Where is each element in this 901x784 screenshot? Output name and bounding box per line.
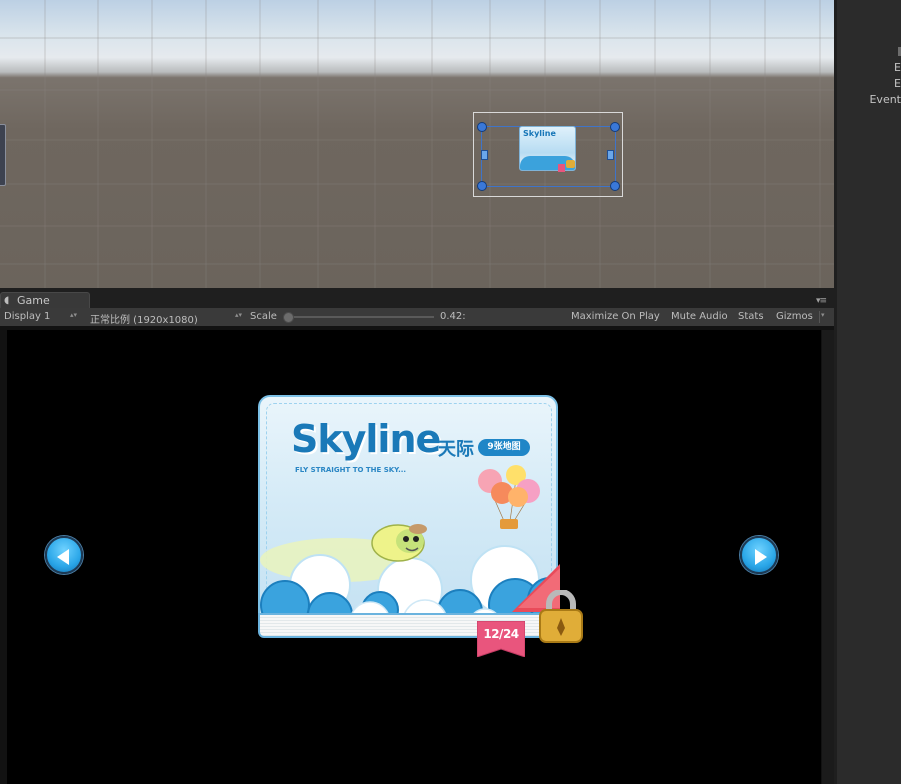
balloons-icon (478, 465, 540, 529)
rect-handle-top-right[interactable] (610, 122, 620, 132)
gizmos-toggle[interactable]: Gizmos (776, 311, 813, 322)
thumbnail-ribbon (558, 164, 565, 172)
map-count-badge: 9张地图 (478, 439, 530, 456)
thumbnail-title: Skyline (523, 129, 556, 138)
aspect-dropdown-arrow-icon: ▴▾ (235, 311, 243, 319)
rect-handle-left[interactable] (481, 150, 488, 160)
arrow-left-icon (57, 549, 69, 565)
previous-level-button[interactable] (45, 536, 83, 574)
aspect-dropdown[interactable]: 正常比例 (1920x1080) (90, 311, 198, 326)
card-subtitle: FLY STRAIGHT TO THE SKY... (295, 466, 407, 474)
scale-slider-track[interactable] (288, 316, 434, 318)
hierarchy-item-eventsystem[interactable]: Event (869, 93, 901, 106)
scale-value: 0.42: (440, 311, 466, 322)
card-title-cn: 天际 (438, 439, 474, 460)
rect-handle-top-left[interactable] (477, 122, 487, 132)
arrow-right-icon (755, 549, 767, 565)
tab-game[interactable]: ◖ Game (0, 292, 90, 308)
stats-toggle[interactable]: Stats (738, 311, 764, 322)
toolbar-separator (819, 311, 820, 323)
hierarchy-panel: E E Event (834, 0, 901, 784)
level-card[interactable]: Skyline 天际 9张地图 FLY STRAIGHT TO THE SKY.… (256, 395, 583, 657)
scale-label: Scale (250, 311, 277, 322)
mute-audio-toggle[interactable]: Mute Audio (671, 311, 728, 322)
game-view-scrollbar[interactable] (822, 330, 834, 784)
display-dropdown[interactable]: Display 1 (4, 311, 50, 322)
level-progress-text: 12/24 (483, 627, 519, 641)
rect-handle-right[interactable] (607, 150, 614, 160)
pacman-icon: ◖ (4, 295, 10, 306)
lock-icon (539, 590, 583, 643)
gizmos-dropdown-arrow-icon[interactable]: ▾ (821, 311, 825, 319)
scene-grid (0, 0, 834, 288)
rect-handle-bottom-right[interactable] (610, 181, 620, 191)
hierarchy-item[interactable]: E (894, 61, 901, 74)
display-dropdown-arrow-icon: ▴▾ (70, 311, 78, 319)
card-title: Skyline (291, 417, 441, 461)
scene-view[interactable]: Skyline (0, 0, 834, 288)
scale-slider-thumb[interactable] (283, 312, 294, 323)
rect-handle-bottom-left[interactable] (477, 181, 487, 191)
scene-object-edge[interactable] (0, 124, 6, 186)
hierarchy-item[interactable]: E (894, 77, 901, 90)
thumbnail-lock-icon (566, 160, 575, 168)
game-toolbar: Display 1 ▴▾ 正常比例 (1920x1080) ▴▾ Scale 0… (0, 308, 834, 327)
game-tab-bar (0, 288, 834, 308)
maximize-on-play-toggle[interactable]: Maximize On Play (571, 311, 660, 322)
tab-game-label: Game (17, 294, 50, 307)
next-level-button[interactable] (740, 536, 778, 574)
sheep-mascot-icon (371, 524, 427, 562)
tab-menu-icon[interactable]: ▾≡ (816, 296, 827, 306)
